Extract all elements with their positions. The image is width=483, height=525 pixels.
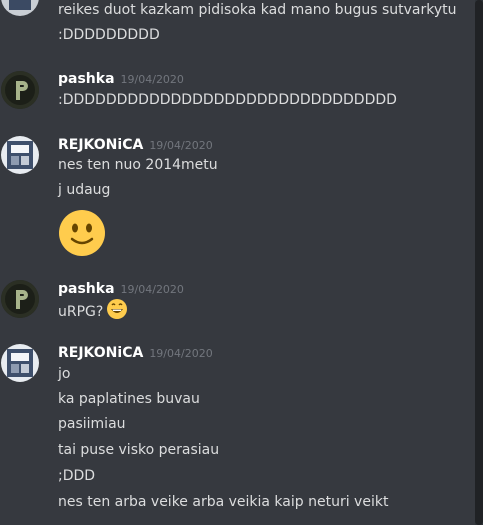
message-group: pashka 19/04/2020 :DDDDDDDDDDDDDDDDDDDDDD… bbox=[0, 68, 470, 118]
message-text: ka paplatines buvau bbox=[58, 391, 200, 407]
chat-message-list: reikes duot kazkam pidisoka kad mano bug… bbox=[0, 0, 483, 525]
message-text: :DDDDDDDDD bbox=[58, 27, 160, 43]
message-text: tai puse visko perasiau bbox=[58, 442, 220, 458]
timestamp[interactable]: 19/04/2020 bbox=[121, 283, 184, 296]
message-text: ;DDD bbox=[58, 468, 96, 484]
message-line: uRPG? bbox=[58, 298, 128, 326]
avatar[interactable] bbox=[1, 344, 39, 382]
username[interactable]: REJKONiCA bbox=[58, 345, 143, 361]
message-text: nes ten nuo 2014metu bbox=[58, 157, 218, 173]
message-header: REJKONiCA 19/04/2020 bbox=[58, 134, 213, 154]
username[interactable]: REJKONiCA bbox=[58, 137, 143, 153]
message-header: pashka 19/04/2020 bbox=[58, 278, 184, 298]
slightly-smiling-face-icon[interactable] bbox=[58, 209, 106, 261]
message-group: REJKONiCA 19/04/2020 nes ten nuo 2014metu… bbox=[0, 134, 470, 259]
scrollbar-track[interactable] bbox=[475, 0, 483, 525]
avatar[interactable] bbox=[1, 71, 39, 109]
username[interactable]: pashka bbox=[58, 281, 115, 297]
message-text: reikes duot kazkam pidisoka kad mano bug… bbox=[58, 2, 457, 18]
username[interactable]: pashka bbox=[58, 71, 115, 87]
avatar[interactable] bbox=[1, 136, 39, 174]
scrollbar-thumb[interactable] bbox=[475, 0, 483, 525]
message-header: REJKONiCA 19/04/2020 bbox=[58, 342, 213, 362]
message-group: REJKONiCA 19/04/2020 jo ka paplatines buv… bbox=[0, 342, 470, 525]
message-group: pashka 19/04/2020 uRPG? bbox=[0, 278, 470, 328]
message-group-top: reikes duot kazkam pidisoka kad mano bug… bbox=[0, 0, 470, 50]
message-text: uRPG? bbox=[58, 304, 104, 320]
message-header: pashka 19/04/2020 bbox=[58, 68, 184, 88]
message-text: jo bbox=[58, 366, 71, 382]
timestamp[interactable]: 19/04/2020 bbox=[149, 347, 212, 360]
message-text: nes ten arba veike arba veikia kaip netu… bbox=[58, 494, 389, 510]
message-text: j udaug bbox=[58, 182, 111, 198]
message-text: :DDDDDDDDDDDDDDDDDDDDDDDDDDDDDDD bbox=[58, 92, 397, 108]
avatar[interactable] bbox=[1, 280, 39, 318]
timestamp[interactable]: 19/04/2020 bbox=[121, 73, 184, 86]
avatar[interactable] bbox=[1, 0, 39, 16]
message-text: pasiimiau bbox=[58, 416, 126, 432]
timestamp[interactable]: 19/04/2020 bbox=[149, 139, 212, 152]
grinning-face-icon[interactable] bbox=[106, 298, 128, 326]
